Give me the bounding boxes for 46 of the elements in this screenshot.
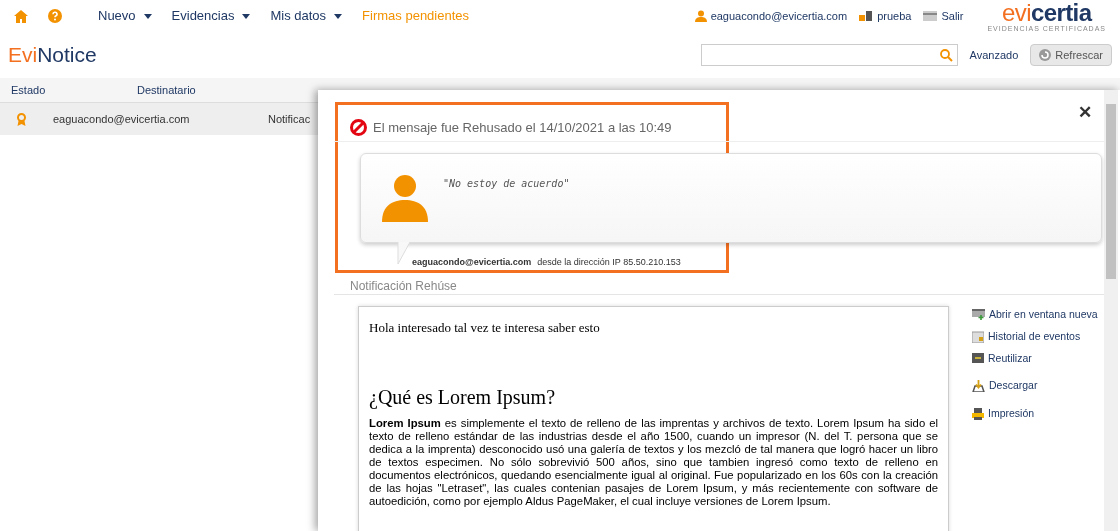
action-link[interactable]: Reutilizar bbox=[972, 350, 1098, 367]
download-icon bbox=[972, 380, 985, 393]
search-icon bbox=[939, 48, 953, 62]
scrollbar[interactable] bbox=[1104, 90, 1118, 531]
nav-menu[interactable]: Nuevo bbox=[98, 6, 152, 26]
search-field[interactable] bbox=[700, 44, 958, 66]
help-icon[interactable] bbox=[48, 9, 62, 23]
advanced-link[interactable]: Avanzado bbox=[969, 46, 1019, 64]
home-icon[interactable] bbox=[14, 9, 28, 23]
status-message: El mensaje fue Rehusado el 14/10/2021 a las 10:49 bbox=[373, 119, 672, 137]
new-window-icon bbox=[972, 309, 985, 321]
printer-icon bbox=[972, 407, 984, 420]
author-email: eaguacondo@evicertia.com bbox=[412, 256, 532, 269]
prohibited-icon bbox=[350, 119, 367, 137]
action-link[interactable]: Descargar bbox=[972, 378, 1098, 394]
column-header: Estado bbox=[10, 82, 47, 98]
action-link[interactable]: Impresión bbox=[972, 406, 1098, 422]
logout-link[interactable]: Salir bbox=[941, 7, 964, 25]
building-icon bbox=[859, 10, 874, 22]
body-paragraph: Lorem Ipsum es simplemente el texto de relleno de las imprentas y archivos de texto. Lorem Ipsum ha sido el texto de relleno estándar de las industrias desde el año 1500, cuando un impresor (N. del T. persona que se dedica a la imprenta) desconocido usó una galería de textos y los mezcló de tal manera que logró hacer un libro de textos especimen. No sólo sobrevivió 500 años, sino que tambien ingresó como texto de relleno en documentos electrónicos, quedando esencialmente igual al original. Fue popularizado en los 60s con la creación de las hojas "Letraset", las cuales contenian pasajes de Lorem Ipsum, y más recientemente con software de autoedición, como por ejemplo Aldus PageMaker, el cual incluye versiones de Lorem Ipsum. bbox=[369, 416, 938, 508]
user-icon bbox=[694, 10, 707, 22]
ip-address-text: desde la dirección IP 85.50.210.153 bbox=[537, 256, 681, 269]
person-icon bbox=[382, 174, 428, 222]
nav-menu[interactable]: Evidencias bbox=[171, 6, 251, 26]
table-cell-text: eaguacondo@evicertia.com bbox=[53, 111, 191, 127]
app-title: EviNotice bbox=[8, 42, 97, 69]
refresh-icon bbox=[1039, 49, 1052, 61]
greeting-text: Hola interesado tal vez te interesa saber esto bbox=[369, 319, 601, 337]
award-icon bbox=[16, 112, 27, 126]
column-header: Destinatario bbox=[137, 82, 197, 98]
close-button[interactable]: ✕ bbox=[1078, 100, 1092, 126]
envelope-icon bbox=[972, 353, 984, 364]
table-cell-text: Notificac bbox=[268, 111, 311, 127]
comment-text: "No estoy de acuerdo" bbox=[443, 177, 570, 191]
document-heading: ¿Qué es Lorem Ipsum? bbox=[369, 384, 557, 411]
calendar-icon bbox=[972, 330, 984, 343]
account-link[interactable]: prueba bbox=[877, 7, 912, 25]
table-row[interactable]: eaguacondo@evicertia.com Notificac bbox=[0, 103, 318, 135]
bubble-tail-icon bbox=[397, 242, 411, 264]
nav-menu[interactable]: Mis datos bbox=[270, 6, 343, 26]
card-icon bbox=[923, 11, 938, 21]
section-title: Notificación Rehúse bbox=[350, 278, 457, 295]
action-link[interactable]: Abrir en ventana nueva bbox=[972, 307, 1098, 323]
user-link[interactable]: eaguacondo@evicertia.com bbox=[710, 7, 848, 25]
refresh-button[interactable]: Refrescar bbox=[1030, 44, 1112, 66]
action-link[interactable]: Historial de eventos bbox=[972, 328, 1098, 345]
